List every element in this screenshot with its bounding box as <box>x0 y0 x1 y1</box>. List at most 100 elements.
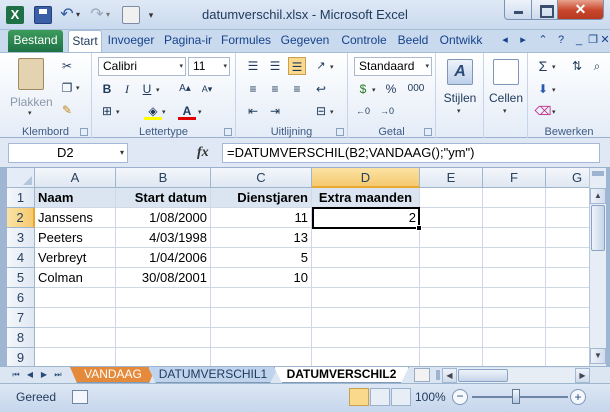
cell-e2[interactable] <box>420 208 483 228</box>
merge-center-icon[interactable]: ⊟ <box>312 102 330 120</box>
increase-decimal-icon[interactable]: ←0 <box>354 102 372 120</box>
styles-dropdown-icon[interactable]: ▾ <box>457 107 461 115</box>
cell-a5[interactable]: Colman <box>35 268 116 288</box>
zoom-out-button[interactable]: − <box>452 389 468 405</box>
styles-icon[interactable]: A <box>447 59 473 85</box>
zoom-level[interactable]: 100% <box>415 390 446 404</box>
cell-g6[interactable] <box>546 288 589 308</box>
row-header-1[interactable]: 1 <box>7 188 35 208</box>
cell-e8[interactable] <box>420 328 483 348</box>
tab-insert[interactable]: Invoeger <box>104 30 158 52</box>
cell-g1[interactable] <box>546 188 589 208</box>
cell-d4[interactable] <box>312 248 420 268</box>
cell-e7[interactable] <box>420 308 483 328</box>
scroll-down-icon[interactable]: ▼ <box>590 348 606 364</box>
minimize-ribbon-icon[interactable]: ⌃ <box>536 33 550 47</box>
orientation-icon[interactable]: ↗ <box>312 57 330 75</box>
vertical-scroll-thumb[interactable] <box>591 205 605 251</box>
cells-button[interactable]: Cellen <box>484 91 528 105</box>
row-header-3[interactable]: 3 <box>7 228 35 248</box>
font-size-select[interactable]: 11 ▾ <box>188 57 230 76</box>
accounting-dropdown-icon[interactable]: ▾ <box>372 86 376 94</box>
align-middle-icon[interactable]: ☰ <box>266 57 284 75</box>
row-header-8[interactable]: 8 <box>7 328 35 348</box>
worksheet-grid[interactable]: A B C D E F G 1 2 3 4 5 6 7 8 9 Naam Sta… <box>7 168 589 366</box>
decrease-decimal-icon[interactable]: →0 <box>378 102 396 120</box>
cell-c5[interactable]: 10 <box>211 268 312 288</box>
cell-a1[interactable]: Naam <box>35 188 116 208</box>
cell-e6[interactable] <box>420 288 483 308</box>
tab-review[interactable]: Controle <box>336 30 392 52</box>
alignment-launcher-icon[interactable] <box>336 128 344 136</box>
tab-formulas[interactable]: Formules <box>218 30 274 52</box>
cell-g5[interactable] <box>546 268 589 288</box>
shrink-font-icon[interactable]: A▾ <box>198 80 216 98</box>
align-bottom-icon[interactable]: ☰ <box>288 57 306 75</box>
bold-button[interactable]: B <box>98 80 116 98</box>
tab-view[interactable]: Beeld <box>394 30 432 52</box>
cell-g3[interactable] <box>546 228 589 248</box>
cell-e1[interactable] <box>420 188 483 208</box>
macro-record-icon[interactable] <box>72 390 88 404</box>
scroll-right-icon[interactable]: ▶ <box>575 368 590 383</box>
cell-b3[interactable]: 4/03/1998 <box>116 228 211 248</box>
page-break-view-button[interactable] <box>391 388 411 406</box>
font-color-icon[interactable]: A <box>178 102 196 120</box>
zoom-slider-thumb[interactable] <box>512 389 520 404</box>
sheet-tab-vandaag[interactable]: VANDAAG <box>70 367 156 383</box>
cell-a3[interactable]: Peeters <box>35 228 116 248</box>
cell-f9[interactable] <box>483 348 546 366</box>
cell-a7[interactable] <box>35 308 116 328</box>
tab-file[interactable]: Bestand <box>8 30 63 52</box>
autosum-button[interactable]: Σ <box>534 57 552 75</box>
page-layout-view-button[interactable] <box>370 388 390 406</box>
paste-icon[interactable] <box>18 58 44 90</box>
zoom-in-button[interactable]: + <box>570 389 586 405</box>
cell-c8[interactable] <box>211 328 312 348</box>
decrease-indent-icon[interactable]: ⇤ <box>244 102 262 120</box>
number-launcher-icon[interactable] <box>424 128 432 136</box>
cell-f6[interactable] <box>483 288 546 308</box>
styles-button[interactable]: Stijlen <box>436 91 484 105</box>
grow-font-icon[interactable]: A▴ <box>176 80 194 98</box>
ribbon-scroll-left-icon[interactable]: ◂ <box>498 33 512 47</box>
workbook-minimize-icon[interactable]: _ <box>572 33 586 47</box>
fill-dropdown-icon[interactable]: ▾ <box>552 86 556 94</box>
copy-dropdown-icon[interactable]: ▾ <box>76 84 80 92</box>
cell-c9[interactable] <box>211 348 312 366</box>
minimize-button[interactable] <box>504 0 532 20</box>
cell-f3[interactable] <box>483 228 546 248</box>
cell-c1[interactable]: Dienstjaren <box>211 188 312 208</box>
cell-b6[interactable] <box>116 288 211 308</box>
cell-a6[interactable] <box>35 288 116 308</box>
cell-b8[interactable] <box>116 328 211 348</box>
cell-d6[interactable] <box>312 288 420 308</box>
vertical-scrollbar[interactable]: ▲ ▼ <box>589 168 606 366</box>
ribbon-scroll-right-icon[interactable]: ▸ <box>516 33 530 47</box>
cells-icon[interactable] <box>493 59 519 85</box>
cell-b4[interactable]: 1/04/2006 <box>116 248 211 268</box>
cells-dropdown-icon[interactable]: ▾ <box>503 107 507 115</box>
cell-a4[interactable]: Verbreyt <box>35 248 116 268</box>
cell-g2[interactable] <box>546 208 589 228</box>
vertical-split-handle[interactable] <box>592 171 604 176</box>
cell-e3[interactable] <box>420 228 483 248</box>
cell-c2[interactable]: 11 <box>211 208 312 228</box>
cell-f5[interactable] <box>483 268 546 288</box>
tab-page-layout[interactable]: Pagina-ir <box>160 30 216 52</box>
clear-icon[interactable]: ⌫ <box>534 102 552 120</box>
insert-function-button[interactable]: fx <box>197 145 209 161</box>
column-header-b[interactable]: B <box>116 168 211 188</box>
align-right-icon[interactable]: ≡ <box>288 80 306 98</box>
tab-start[interactable]: Start <box>68 30 102 52</box>
row-header-9[interactable]: 9 <box>7 348 35 366</box>
cell-a2[interactable]: Janssens <box>35 208 116 228</box>
cell-b5[interactable]: 30/08/2001 <box>116 268 211 288</box>
cut-icon[interactable]: ✂ <box>58 57 76 75</box>
cell-e4[interactable] <box>420 248 483 268</box>
normal-view-button[interactable] <box>349 388 369 406</box>
underline-dropdown-icon[interactable]: ▾ <box>156 86 160 94</box>
scroll-left-icon[interactable]: ◀ <box>442 368 457 383</box>
align-center-icon[interactable]: ≡ <box>266 80 284 98</box>
cell-g9[interactable] <box>546 348 589 366</box>
